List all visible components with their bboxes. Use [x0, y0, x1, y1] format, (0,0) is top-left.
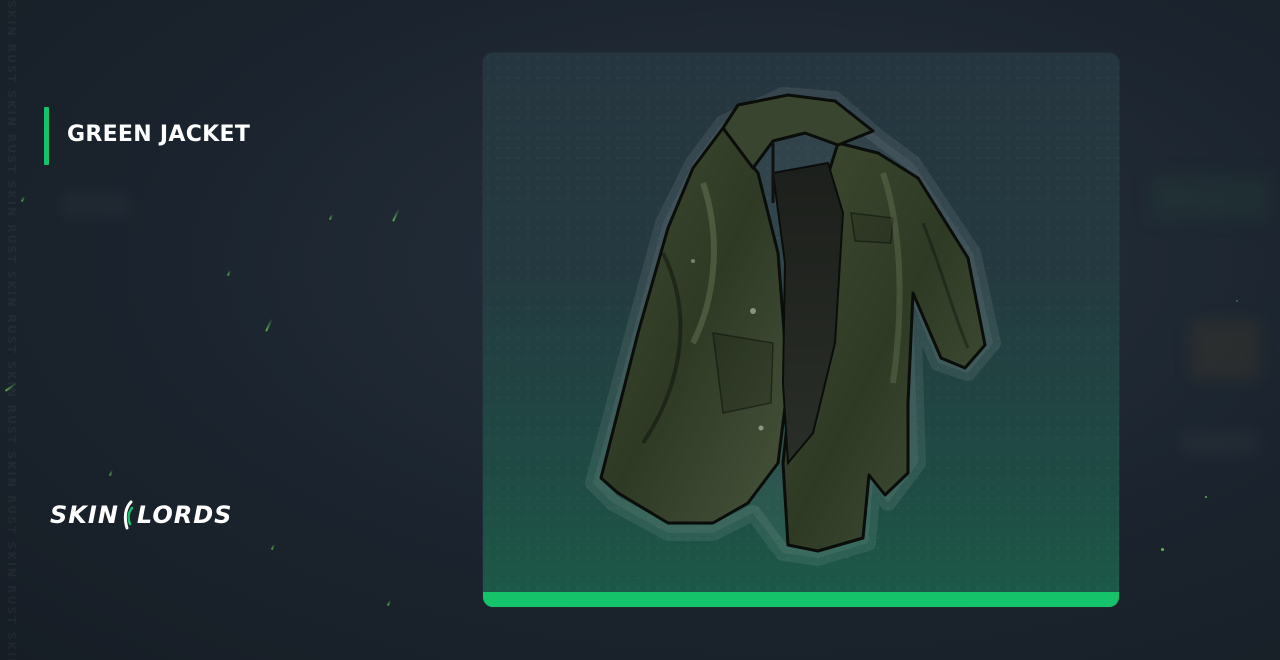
particle [226, 269, 232, 277]
rarity-bar [483, 592, 1119, 607]
title-ghost [60, 190, 130, 220]
skinlords-mark-icon [123, 500, 134, 530]
particle-dot [1205, 496, 1207, 498]
item-card [483, 53, 1119, 607]
particle [270, 543, 276, 551]
particle [392, 208, 400, 222]
particle-dot [1236, 300, 1238, 302]
skinlords-logo: SKIN LORDS [50, 500, 232, 530]
background-panel [1190, 320, 1260, 380]
particle [386, 599, 392, 607]
logo-text-skin: SKIN [50, 501, 119, 529]
particle-dot [1161, 548, 1164, 551]
particle [328, 213, 334, 221]
item-title: GREEN JACKET [67, 122, 251, 147]
green-jacket-icon [585, 87, 1001, 566]
logo-text-lords: LORDS [136, 501, 233, 529]
particle [20, 195, 26, 203]
side-watermark: SKIN RUST SKIN RUST SKIN RUST SKIN RUST … [2, 0, 18, 660]
particle [108, 469, 114, 477]
particle [265, 318, 273, 332]
title-accent-bar [44, 107, 49, 165]
background-panel [1180, 430, 1260, 456]
background-panel [1150, 175, 1270, 220]
